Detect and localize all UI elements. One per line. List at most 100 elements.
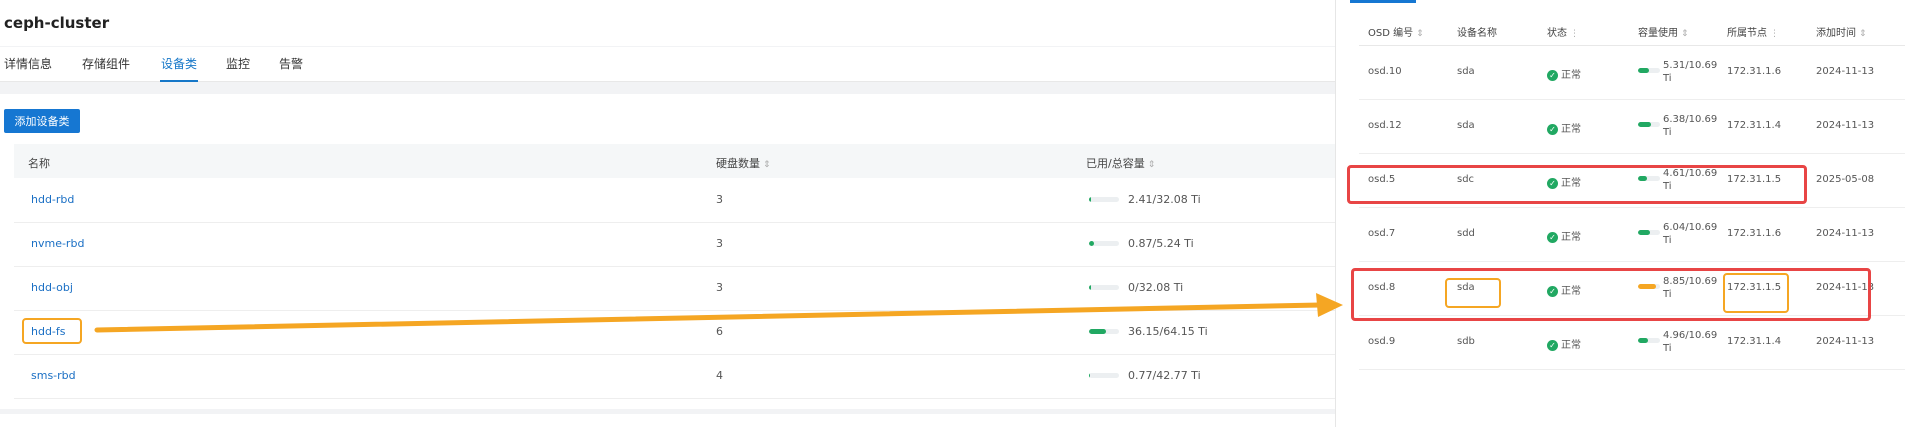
col-usage-header[interactable]: 容量使用 ⇕ bbox=[1638, 24, 1689, 39]
col-usage-label: 容量使用 bbox=[1638, 28, 1678, 39]
sort-icon[interactable]: ⇕ bbox=[1681, 29, 1689, 39]
usage-text: 5.31/10.69 Ti bbox=[1663, 60, 1718, 84]
usage-text: 2.41/32.08 Ti bbox=[1128, 193, 1201, 206]
usage-bar bbox=[1089, 197, 1119, 202]
node-ip: 172.31.1.6 bbox=[1727, 228, 1782, 239]
col-name-header[interactable]: 名称 bbox=[28, 155, 50, 171]
tab-device-classes[interactable]: 设备类 bbox=[160, 55, 199, 82]
page-title: ceph-cluster bbox=[4, 14, 110, 32]
usage-bar-fill bbox=[1089, 329, 1106, 334]
table-row[interactable]: hdd-fs 6 36.15/64.15 Ti bbox=[14, 310, 1335, 355]
device-class-name-link[interactable]: nvme-rbd bbox=[31, 237, 84, 250]
osd-list-pane: OSD 编号 ⇕ 设备名称 状态 ⋮ 容量使用 ⇕ 所属节点 ⋮ 添加时间 ⇕ osd.1… bbox=[1335, 0, 1905, 427]
device-class-name-link[interactable]: hdd-rbd bbox=[31, 193, 74, 206]
device-name: sdd bbox=[1457, 228, 1475, 239]
usage-bar bbox=[1638, 338, 1660, 343]
col-added-label: 添加时间 bbox=[1816, 28, 1856, 39]
col-status-header[interactable]: 状态 ⋮ bbox=[1547, 24, 1579, 39]
osd-id: osd.10 bbox=[1368, 66, 1402, 77]
highlight-box-hdd-fs bbox=[22, 318, 82, 344]
footer-strip bbox=[0, 414, 1335, 427]
usage-text: 0.87/5.24 Ti bbox=[1128, 237, 1194, 250]
table-row[interactable]: osd.7 sdd ✓ 正常 6.04/10.69 Ti 172.31.1.6 2024-1… bbox=[1359, 208, 1905, 262]
status-badge: ✓ 正常 bbox=[1547, 66, 1581, 81]
col-node-label: 所属节点 bbox=[1727, 28, 1767, 39]
table-row[interactable]: osd.10 sda ✓ 正常 5.31/10.69 Ti 172.31.1.6 2024-… bbox=[1359, 46, 1905, 100]
highlight-box-osd8-node bbox=[1723, 273, 1789, 313]
highlight-box-osd8-device bbox=[1445, 278, 1501, 308]
table-row[interactable]: osd.9 sdb ✓ 正常 4.96/10.69 Ti 172.31.1.4 2024-1… bbox=[1359, 316, 1905, 370]
tab-monitoring[interactable]: 监控 bbox=[226, 55, 250, 80]
usage-bar-fill bbox=[1638, 68, 1649, 73]
cluster-detail-pane: ceph-cluster 详情信息 存储组件 设备类 监控 告警 添加设备类 名… bbox=[0, 0, 1335, 427]
table-row[interactable]: osd.12 sda ✓ 正常 6.38/10.69 Ti 172.31.1.4 2024-… bbox=[1359, 100, 1905, 154]
title-bar: ceph-cluster bbox=[0, 0, 1335, 46]
top-button-edge[interactable] bbox=[1350, 0, 1416, 3]
usage-bar-fill bbox=[1089, 197, 1092, 202]
tab-storage-components[interactable]: 存储组件 bbox=[82, 55, 130, 80]
osd-id: osd.9 bbox=[1368, 336, 1396, 347]
usage-bar bbox=[1089, 329, 1119, 334]
table-row[interactable]: sms-rbd 4 0.77/42.77 Ti bbox=[14, 354, 1335, 399]
added-date: 2024-11-13 bbox=[1816, 120, 1875, 131]
filter-icon[interactable]: ⋮ bbox=[1770, 29, 1779, 39]
added-date: 2024-11-13 bbox=[1816, 228, 1875, 239]
usage-bar-fill bbox=[1638, 230, 1651, 235]
table-row[interactable]: hdd-obj 3 0/32.08 Ti bbox=[14, 266, 1335, 311]
device-name: sda bbox=[1457, 120, 1475, 131]
check-circle-icon: ✓ bbox=[1547, 339, 1558, 351]
usage-text: 36.15/64.15 Ti bbox=[1128, 325, 1208, 338]
filter-icon[interactable]: ⋮ bbox=[1570, 29, 1579, 39]
usage-text: 6.04/10.69 Ti bbox=[1663, 222, 1718, 246]
tab-bar: 详情信息 存储组件 设备类 监控 告警 bbox=[0, 47, 1335, 82]
disk-count: 4 bbox=[716, 369, 723, 382]
device-class-name-link[interactable]: sms-rbd bbox=[31, 369, 76, 382]
usage-bar-fill bbox=[1089, 241, 1094, 246]
tab-details[interactable]: 详情信息 bbox=[4, 55, 52, 80]
col-usage-label: 已用/总容量 bbox=[1086, 157, 1145, 170]
device-name: sda bbox=[1457, 66, 1475, 77]
device-class-name-link[interactable]: hdd-obj bbox=[31, 281, 73, 294]
status-text: 正常 bbox=[1561, 340, 1581, 351]
sort-icon[interactable]: ⇕ bbox=[1859, 29, 1867, 39]
col-disk-count-header[interactable]: 硬盘数量 ⇕ bbox=[716, 155, 771, 171]
usage-bar bbox=[1638, 68, 1660, 73]
col-added-header[interactable]: 添加时间 ⇕ bbox=[1816, 24, 1867, 39]
col-usage-header[interactable]: 已用/总容量 ⇕ bbox=[1086, 155, 1155, 171]
usage-bar-fill bbox=[1089, 373, 1091, 378]
col-status-label: 状态 bbox=[1547, 28, 1567, 39]
col-osd-header[interactable]: OSD 编号 ⇕ bbox=[1368, 24, 1424, 39]
usage-bar bbox=[1089, 241, 1119, 246]
added-date: 2024-11-13 bbox=[1816, 66, 1875, 77]
sort-icon[interactable]: ⇕ bbox=[1148, 160, 1156, 170]
check-circle-icon: ✓ bbox=[1547, 231, 1558, 243]
status-badge: ✓ 正常 bbox=[1547, 228, 1581, 243]
table-row[interactable]: hdd-rbd 3 2.41/32.08 Ti bbox=[14, 178, 1335, 223]
sort-icon[interactable]: ⇕ bbox=[1416, 29, 1424, 39]
sort-icon[interactable]: ⇕ bbox=[763, 160, 771, 170]
usage-bar bbox=[1089, 285, 1119, 290]
highlight-box-osd5-row bbox=[1347, 165, 1807, 204]
col-device-header[interactable]: 设备名称 bbox=[1457, 24, 1497, 39]
usage-text: 0/32.08 Ti bbox=[1128, 281, 1184, 294]
disk-count: 3 bbox=[716, 237, 723, 250]
table-header: 名称 硬盘数量 ⇕ 已用/总容量 ⇕ bbox=[14, 144, 1335, 178]
usage-bar-fill bbox=[1638, 122, 1652, 127]
table-row[interactable]: nvme-rbd 3 0.87/5.24 Ti bbox=[14, 222, 1335, 267]
tab-alerts[interactable]: 告警 bbox=[279, 55, 303, 80]
usage-bar-fill bbox=[1089, 285, 1091, 290]
status-text: 正常 bbox=[1561, 70, 1581, 81]
col-node-header[interactable]: 所属节点 ⋮ bbox=[1727, 24, 1779, 39]
added-date: 2025-05-08 bbox=[1816, 174, 1875, 185]
add-device-class-button[interactable]: 添加设备类 bbox=[4, 109, 80, 133]
device-name: sdb bbox=[1457, 336, 1475, 347]
node-ip: 172.31.1.6 bbox=[1727, 66, 1782, 77]
usage-bar bbox=[1638, 122, 1660, 127]
status-badge: ✓ 正常 bbox=[1547, 120, 1581, 135]
usage-bar bbox=[1089, 373, 1119, 378]
check-circle-icon: ✓ bbox=[1547, 123, 1558, 135]
highlight-box-osd8-row bbox=[1351, 268, 1871, 321]
node-ip: 172.31.1.4 bbox=[1727, 336, 1782, 347]
disk-count: 3 bbox=[716, 193, 723, 206]
usage-bar-fill bbox=[1638, 338, 1649, 343]
